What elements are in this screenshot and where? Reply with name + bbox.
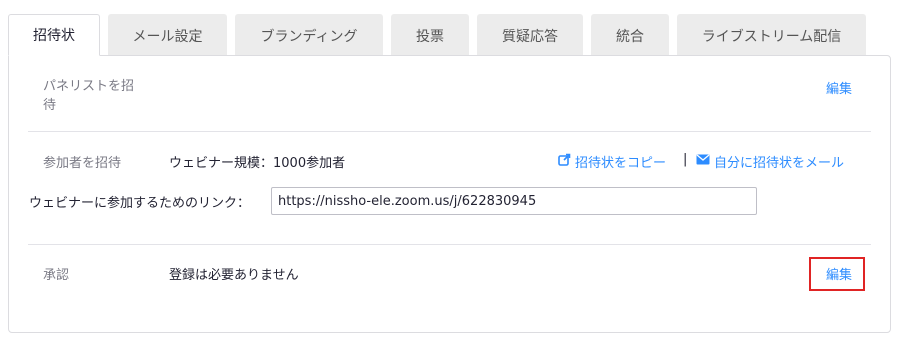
join-link-label: ウェビナーに参加するためのリンク： — [29, 196, 251, 211]
copy-invitation-link[interactable]: 招待状をコピー — [558, 152, 666, 171]
panelists-edit-link[interactable]: 編集 — [826, 78, 852, 97]
invite-attendees-label: 参加者を招待 — [43, 156, 122, 171]
webinar-size-text: ウェビナー規模：1000参加者 — [169, 156, 346, 171]
link-separator: | — [683, 152, 688, 167]
approval-edit-link[interactable]: 編集 — [826, 264, 852, 283]
tab-label: 招待状 — [33, 28, 75, 44]
tab-branding[interactable]: ブランディング — [235, 14, 383, 56]
section-divider — [28, 244, 871, 245]
settings-tab-bar: 招待状 メール設定 ブランディング 投票 質疑応答 統合 ライブストリーム配信 — [8, 14, 891, 56]
panelists-label: パネリストを招 待 — [43, 77, 134, 115]
panelists-label-line1: パネリストを招 — [43, 79, 135, 94]
tab-invitation[interactable]: 招待状 — [8, 14, 100, 56]
tab-label: メール設定 — [132, 28, 203, 45]
tab-label: 投票 — [416, 28, 444, 45]
share-icon — [558, 153, 571, 170]
email-invitation-to-self-link[interactable]: 自分に招待状をメール — [696, 152, 844, 171]
tab-label: ブランディング — [260, 28, 358, 45]
join-link-input[interactable] — [271, 187, 757, 215]
approval-label: 承認 — [43, 268, 70, 283]
tab-polls[interactable]: 投票 — [391, 14, 469, 56]
tab-qa[interactable]: 質疑応答 — [477, 14, 583, 56]
tab-livestream[interactable]: ライブストリーム配信 — [677, 14, 866, 56]
tab-label: ライブストリーム配信 — [701, 28, 842, 45]
section-divider — [28, 131, 871, 132]
approval-value: 登録は必要ありません — [169, 268, 299, 283]
tab-label: 質疑応答 — [502, 28, 558, 45]
tab-email-settings[interactable]: メール設定 — [108, 14, 227, 56]
tab-label: 統合 — [616, 28, 644, 45]
tab-integration[interactable]: 統合 — [591, 14, 669, 56]
copy-invitation-label: 招待状をコピー — [575, 156, 667, 171]
envelope-icon — [696, 154, 710, 169]
invitation-panel: パネリストを招 待 編集 参加者を招待 ウェビナー規模：1000参加者 招待状を… — [8, 55, 891, 333]
panelists-label-line2: 待 — [43, 98, 57, 113]
email-invitation-label: 自分に招待状をメール — [714, 156, 845, 171]
